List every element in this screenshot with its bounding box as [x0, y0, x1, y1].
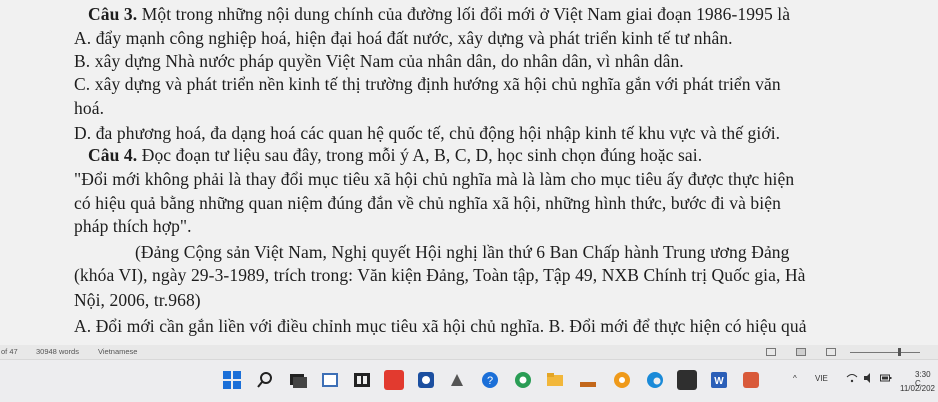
- option-c-line1: C. xây dựng và phát triển nền kinh tế th…: [74, 74, 781, 94]
- zoom-slider-knob[interactable]: [898, 348, 901, 356]
- word-icon[interactable]: W: [709, 370, 729, 390]
- search-icon[interactable]: [255, 370, 275, 390]
- language-indicator[interactable]: VIE: [815, 374, 828, 383]
- quote-line2: có hiệu quả bằng những quan niệm đúng đắ…: [74, 193, 781, 213]
- option-d: D. đa phương hoá, đa dạng hoá các quan h…: [74, 123, 781, 143]
- word-count[interactable]: 30948 words: [36, 347, 79, 356]
- source-line3: Nội, 2006, tr.968): [74, 290, 201, 310]
- question-3-title: Câu 3. Một trong những nội dung chính củ…: [88, 4, 790, 24]
- svg-text:?: ?: [487, 375, 493, 387]
- statements-ab: A. Đổi mới cần gắn liền với điều chỉnh m…: [74, 316, 807, 336]
- app-icon[interactable]: [677, 370, 697, 390]
- question-text: Đọc đoạn tư liệu sau đây, trong mỗi ý A,…: [137, 145, 703, 165]
- language-status[interactable]: Vietnamese: [98, 347, 137, 356]
- question-4-title: Câu 4. Đọc đoạn tư liệu sau đây, trong m…: [88, 145, 702, 165]
- app-icon[interactable]: [416, 370, 436, 390]
- wifi-icon[interactable]: [846, 373, 858, 385]
- quote-line1: "Đổi mới không phải là thay đổi mục tiêu…: [74, 169, 795, 189]
- volume-icon[interactable]: [863, 373, 875, 385]
- chevron-up-icon[interactable]: ^: [793, 374, 797, 383]
- zoom-slider[interactable]: [850, 352, 920, 353]
- option-b: B. xây dựng Nhà nước pháp quyền Việt Nam…: [74, 51, 684, 71]
- widgets-icon[interactable]: [352, 370, 372, 390]
- battery-icon[interactable]: [880, 373, 892, 385]
- source-line1: (Đảng Cộng sản Việt Nam, Nghị quyết Hội …: [135, 242, 790, 262]
- source-line2: (khóa VI), ngày 29-3-1989, trích trong: …: [74, 265, 806, 285]
- app-icon[interactable]: [384, 370, 404, 390]
- app-icon[interactable]: [578, 370, 598, 390]
- page-count[interactable]: of 47: [1, 347, 18, 356]
- svg-text:W: W: [714, 376, 724, 387]
- app-icon[interactable]: [612, 370, 632, 390]
- windows-taskbar: ? W ^ VIE 3:30 C 11/02/202: [0, 359, 938, 402]
- print-layout-icon[interactable]: [796, 348, 806, 356]
- chrome-icon[interactable]: [513, 370, 533, 390]
- help-icon[interactable]: ?: [480, 370, 500, 390]
- folder-icon[interactable]: [545, 370, 565, 390]
- quote-line3: pháp thích hợp".: [74, 216, 192, 236]
- clock-date[interactable]: 11/02/202: [900, 384, 935, 393]
- option-a: A. đẩy mạnh công nghiệp hoá, hiện đại ho…: [74, 28, 733, 48]
- web-layout-icon[interactable]: [826, 348, 836, 356]
- question-label: Câu 4.: [88, 145, 138, 165]
- edge-icon[interactable]: [645, 370, 665, 390]
- word-status-bar: of 47 30948 words Vietnamese: [0, 345, 938, 359]
- app-icon[interactable]: [447, 370, 467, 390]
- task-view-icon[interactable]: [288, 370, 308, 390]
- option-c-line2: hoá.: [74, 98, 105, 118]
- app-icon[interactable]: [741, 370, 761, 390]
- document-page: Câu 3. Một trong những nội dung chính củ…: [0, 0, 938, 345]
- question-label: Câu 3.: [88, 4, 138, 24]
- read-mode-icon[interactable]: [766, 348, 776, 356]
- windows-start-icon[interactable]: [222, 370, 242, 390]
- question-text: Một trong những nội dung chính của đường…: [137, 4, 791, 24]
- file-explorer-icon[interactable]: [320, 370, 340, 390]
